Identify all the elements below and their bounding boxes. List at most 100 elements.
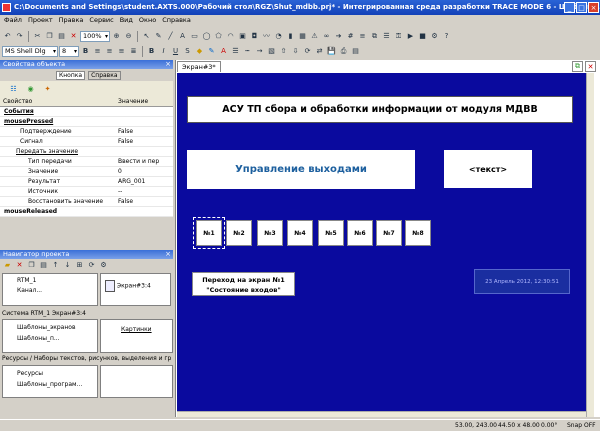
copy-item-icon[interactable]: ❐ (26, 260, 37, 271)
property-row[interactable]: Сигнал False (0, 137, 173, 147)
close-tab-icon[interactable]: ✕ (585, 61, 596, 72)
line-icon[interactable]: ╱ (165, 31, 176, 42)
ellipse-icon[interactable]: ◯ (201, 31, 212, 42)
output-button-1[interactable]: №1 (193, 217, 225, 249)
redo-icon[interactable]: ↷ (14, 31, 25, 42)
cut-icon[interactable]: ✂ (32, 31, 43, 42)
move-down-icon[interactable]: ↓ (62, 260, 73, 271)
folder-icon[interactable]: ▰ (2, 260, 13, 271)
rotate-icon[interactable]: ⟳ (302, 46, 313, 57)
property-row[interactable]: mousePressed (0, 117, 173, 127)
properties-icon[interactable]: ▤ (350, 46, 361, 57)
align-center-icon[interactable]: ≡ (104, 46, 115, 57)
run-icon[interactable]: ▶ (405, 31, 416, 42)
property-row[interactable]: Восстановить значение False (0, 197, 173, 207)
menu-window[interactable]: Окно (139, 15, 156, 26)
table-icon[interactable]: ▦ (297, 31, 308, 42)
property-value[interactable]: Ввести и пер (118, 157, 159, 166)
tab-button[interactable]: Кнопка (56, 70, 86, 80)
button-tool-icon[interactable]: ◘ (249, 31, 260, 42)
bold-text-icon[interactable]: B (146, 46, 157, 57)
screen-tile-label[interactable]: Экран#3:4 (117, 283, 151, 290)
property-value[interactable]: 0 (118, 167, 122, 176)
property-row[interactable]: Тип передачи Ввести и пер (0, 157, 173, 167)
align-icon[interactable]: ≡ (357, 31, 368, 42)
property-row[interactable]: mouseReleased (0, 207, 173, 217)
undo-icon[interactable]: ↶ (2, 31, 13, 42)
align-left-icon[interactable]: ≡ (92, 46, 103, 57)
polygon-icon[interactable]: ⬠ (213, 31, 224, 42)
tree-item-resources[interactable]: Ресурсы (17, 368, 97, 379)
font-size-select[interactable]: 8 (59, 45, 79, 57)
tree-item-channel[interactable]: Канал... (17, 286, 97, 296)
strike-icon[interactable]: S (182, 46, 193, 57)
minimize-icon[interactable]: _ (564, 2, 575, 13)
menu-project[interactable]: Проект (28, 15, 53, 26)
tab-help[interactable]: Справка (88, 70, 121, 80)
tree-item-other-templates[interactable]: Шаблоны_п... (17, 333, 97, 344)
output-button-4[interactable]: №4 (287, 220, 313, 246)
zoom-in-icon[interactable]: ⊕ (111, 31, 122, 42)
menu-help[interactable]: Справка (162, 15, 191, 26)
bar-icon[interactable]: ▮ (285, 31, 296, 42)
line-style-icon[interactable]: ┅ (242, 46, 253, 57)
tree-item-program-templates[interactable]: Шаблоны_програм... (17, 379, 97, 390)
justify-icon[interactable]: ≣ (128, 46, 139, 57)
help-icon[interactable]: ? (441, 31, 452, 42)
expand-icon[interactable]: ⊞ (74, 260, 85, 271)
output-button-6[interactable]: №6 (347, 220, 373, 246)
output-button-2[interactable]: №2 (226, 220, 252, 246)
underline-icon[interactable]: U (170, 46, 181, 57)
font-select[interactable]: MS Shell Dlg (2, 45, 58, 57)
menu-service[interactable]: Сервис (89, 15, 113, 26)
property-row[interactable]: Подтверждение False (0, 127, 173, 137)
property-row[interactable]: Передать значение (0, 147, 173, 157)
menu-file[interactable]: Файл (4, 15, 22, 26)
property-value[interactable]: -- (118, 187, 122, 196)
property-row[interactable]: Результат ARG_001 (0, 177, 173, 187)
tree-item-rtm[interactable]: RTM_1 (17, 276, 97, 286)
rect-icon[interactable]: ▭ (189, 31, 200, 42)
property-row[interactable]: Источник -- (0, 187, 173, 197)
paste-icon[interactable]: ▤ (56, 31, 67, 42)
output-button-8[interactable]: №8 (405, 220, 431, 246)
output-button-3[interactable]: №3 (257, 220, 283, 246)
delete-icon[interactable]: ✕ (68, 31, 79, 42)
zoom-select[interactable]: 100% (80, 30, 110, 42)
layers-icon[interactable]: ☰ (381, 31, 392, 42)
close-navigator-icon[interactable]: × (165, 250, 171, 259)
text-color-icon[interactable]: A (218, 46, 229, 57)
tree-item-screen-templates[interactable]: Шаблоны_экранов (17, 322, 97, 333)
trend-icon[interactable]: 〰 (261, 31, 272, 42)
property-value[interactable]: False (118, 197, 133, 206)
copy-icon[interactable]: ❐ (44, 31, 55, 42)
arrow-icon[interactable]: ➔ (333, 31, 344, 42)
output-button-7[interactable]: №7 (376, 220, 402, 246)
property-row[interactable]: События (0, 107, 173, 117)
pointer-icon[interactable]: ↖ (141, 31, 152, 42)
gauge-icon[interactable]: ◔ (273, 31, 284, 42)
align-right-icon[interactable]: ≡ (116, 46, 127, 57)
image-icon[interactable]: ▣ (237, 31, 248, 42)
lock-icon[interactable]: ⚿ (393, 31, 404, 42)
settings-icon[interactable]: ⚙ (429, 31, 440, 42)
save-icon[interactable]: 💾 (326, 46, 337, 57)
arc-icon[interactable]: ◠ (225, 31, 236, 42)
maximize-icon[interactable]: □ (576, 2, 587, 13)
alarm-icon[interactable]: ⚠ (309, 31, 320, 42)
paste-item-icon[interactable]: ▤ (38, 260, 49, 271)
property-row[interactable]: Значение 0 (0, 167, 173, 177)
pictures-tile[interactable]: Картинки (100, 319, 173, 353)
pencil-icon[interactable]: ✎ (153, 31, 164, 42)
vertical-scrollbar[interactable] (586, 73, 594, 417)
line-width-icon[interactable]: ☰ (230, 46, 241, 57)
property-value[interactable]: False (118, 127, 133, 136)
line-color-icon[interactable]: ✎ (206, 46, 217, 57)
menu-edit[interactable]: Правка (59, 15, 84, 26)
front-icon[interactable]: ⇧ (278, 46, 289, 57)
back-icon[interactable]: ⇩ (290, 46, 301, 57)
horizontal-scrollbar[interactable] (177, 411, 586, 417)
grid-icon[interactable]: # (345, 31, 356, 42)
group-icon[interactable]: ⧉ (369, 31, 380, 42)
output-button-5[interactable]: №5 (318, 220, 344, 246)
